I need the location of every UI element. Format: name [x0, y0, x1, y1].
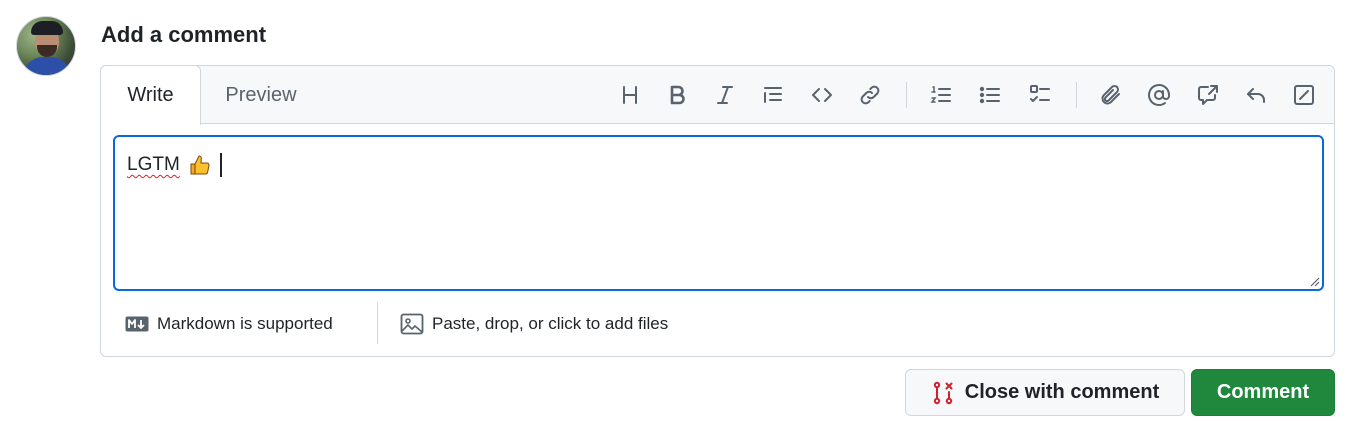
files-label: Paste, drop, or click to add files [432, 314, 669, 333]
bullet-list-icon[interactable] [976, 81, 1004, 109]
close-with-comment-button[interactable]: Close with comment [905, 369, 1185, 416]
saved-replies-icon[interactable] [1242, 81, 1270, 109]
comment-heading: Add a comment [101, 22, 267, 47]
heading-icon[interactable] [616, 81, 644, 109]
mention-icon[interactable] [1145, 81, 1173, 109]
numbered-list-icon[interactable] [927, 81, 955, 109]
add-files-button[interactable]: Paste, drop, or click to add files [400, 310, 668, 338]
tab-preview[interactable]: Preview [205, 66, 317, 124]
avatar-beard [37, 45, 57, 57]
thumbs-up-icon [190, 155, 210, 175]
code-icon[interactable] [808, 81, 836, 109]
text-caret [219, 153, 222, 177]
comment-textarea[interactable]: LGTM [113, 135, 1324, 291]
toolbar-separator [1076, 82, 1077, 108]
bold-icon[interactable] [663, 81, 691, 109]
quote-icon[interactable] [759, 81, 787, 109]
fullscreen-icon[interactable] [1290, 81, 1318, 109]
comment-editor: Write Preview LGTM Markdown is supported… [100, 65, 1335, 357]
markdown-support-link[interactable]: Markdown is supported [125, 310, 333, 338]
close-with-comment-label: Close with comment [964, 381, 1160, 403]
markdown-icon [125, 316, 149, 332]
italic-icon[interactable] [711, 81, 739, 109]
resize-handle-icon[interactable] [1308, 275, 1320, 287]
comment-text-value: LGTM [127, 154, 180, 175]
avatar-body [23, 57, 71, 75]
tab-write[interactable]: Write [100, 65, 201, 125]
comment-button[interactable]: Comment [1191, 369, 1335, 416]
toolbar-separator [906, 82, 907, 108]
avatar-cap [31, 21, 63, 35]
link-icon[interactable] [856, 81, 884, 109]
task-list-icon[interactable] [1026, 81, 1054, 109]
markdown-label: Markdown is supported [157, 314, 333, 333]
editor-header: Write Preview [100, 65, 1334, 125]
footer-separator [377, 302, 378, 344]
comment-text: LGTM [127, 153, 222, 177]
user-avatar[interactable] [16, 16, 76, 76]
attach-icon[interactable] [1097, 81, 1125, 109]
close-issue-icon [933, 381, 953, 404]
reference-icon[interactable] [1194, 81, 1222, 109]
image-icon [400, 313, 424, 335]
